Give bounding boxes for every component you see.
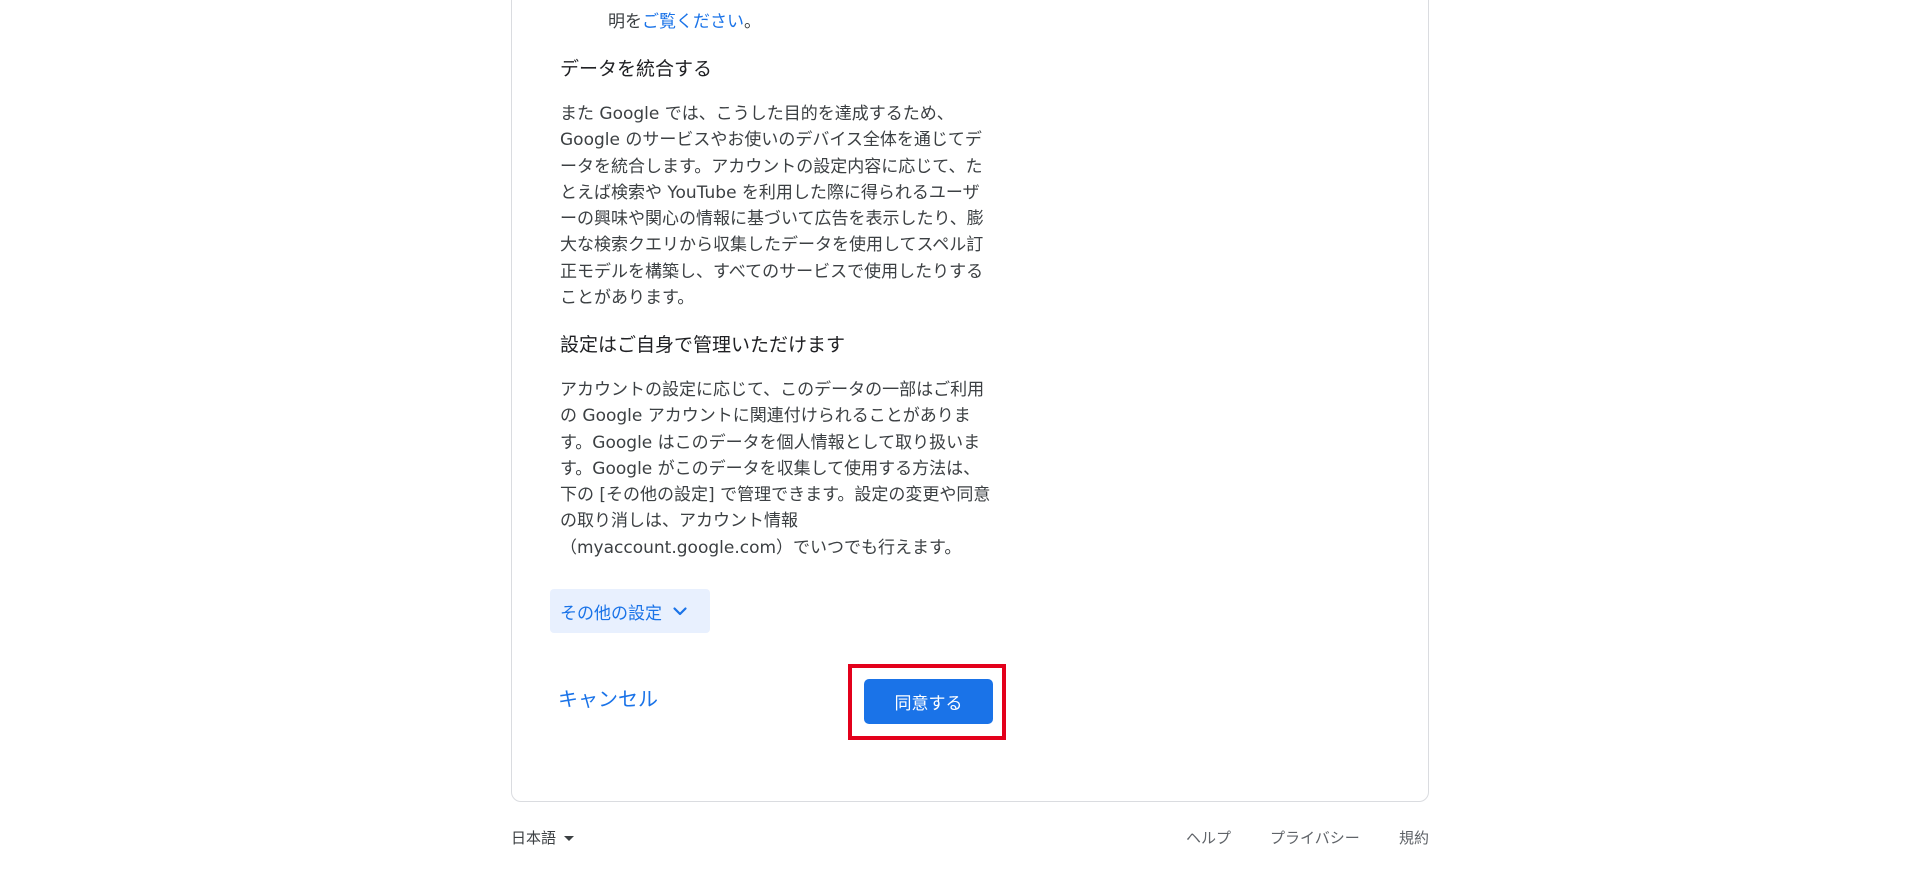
see-details-link[interactable]: ご覧ください: [642, 12, 744, 32]
language-label: 日本語: [511, 829, 557, 847]
agree-button[interactable]: 同意する: [864, 679, 993, 724]
agree-button-label: 同意する: [894, 694, 963, 714]
language-selector[interactable]: 日本語: [511, 826, 575, 850]
more-settings-label: その他の設定: [560, 603, 662, 624]
section-heading-manage-settings: 設定はご自身で管理いただけます: [560, 334, 846, 356]
caret-down-icon: [564, 835, 575, 841]
more-settings-button[interactable]: その他の設定: [550, 589, 710, 633]
partner-info-fragment: 明をご覧ください。: [608, 9, 761, 35]
footer-help-link[interactable]: ヘルプ: [1186, 826, 1231, 850]
section-body-combine-data: また Google では、こうした目的を達成するため、Google のサービスや…: [560, 104, 984, 309]
footer-privacy-link[interactable]: プライバシー: [1270, 826, 1360, 850]
partner-info-suffix: 。: [744, 12, 761, 32]
section-body-manage-settings: アカウントの設定に応じて、このデータの一部はご利用の Google アカウントに…: [560, 380, 991, 558]
section-heading-combine-data: データを統合する: [560, 58, 713, 80]
footer-terms-link[interactable]: 規約: [1399, 826, 1429, 850]
cancel-button[interactable]: キャンセル: [558, 685, 658, 713]
chevron-down-icon: [673, 607, 687, 616]
partner-info-prefix: 明を: [608, 12, 642, 32]
